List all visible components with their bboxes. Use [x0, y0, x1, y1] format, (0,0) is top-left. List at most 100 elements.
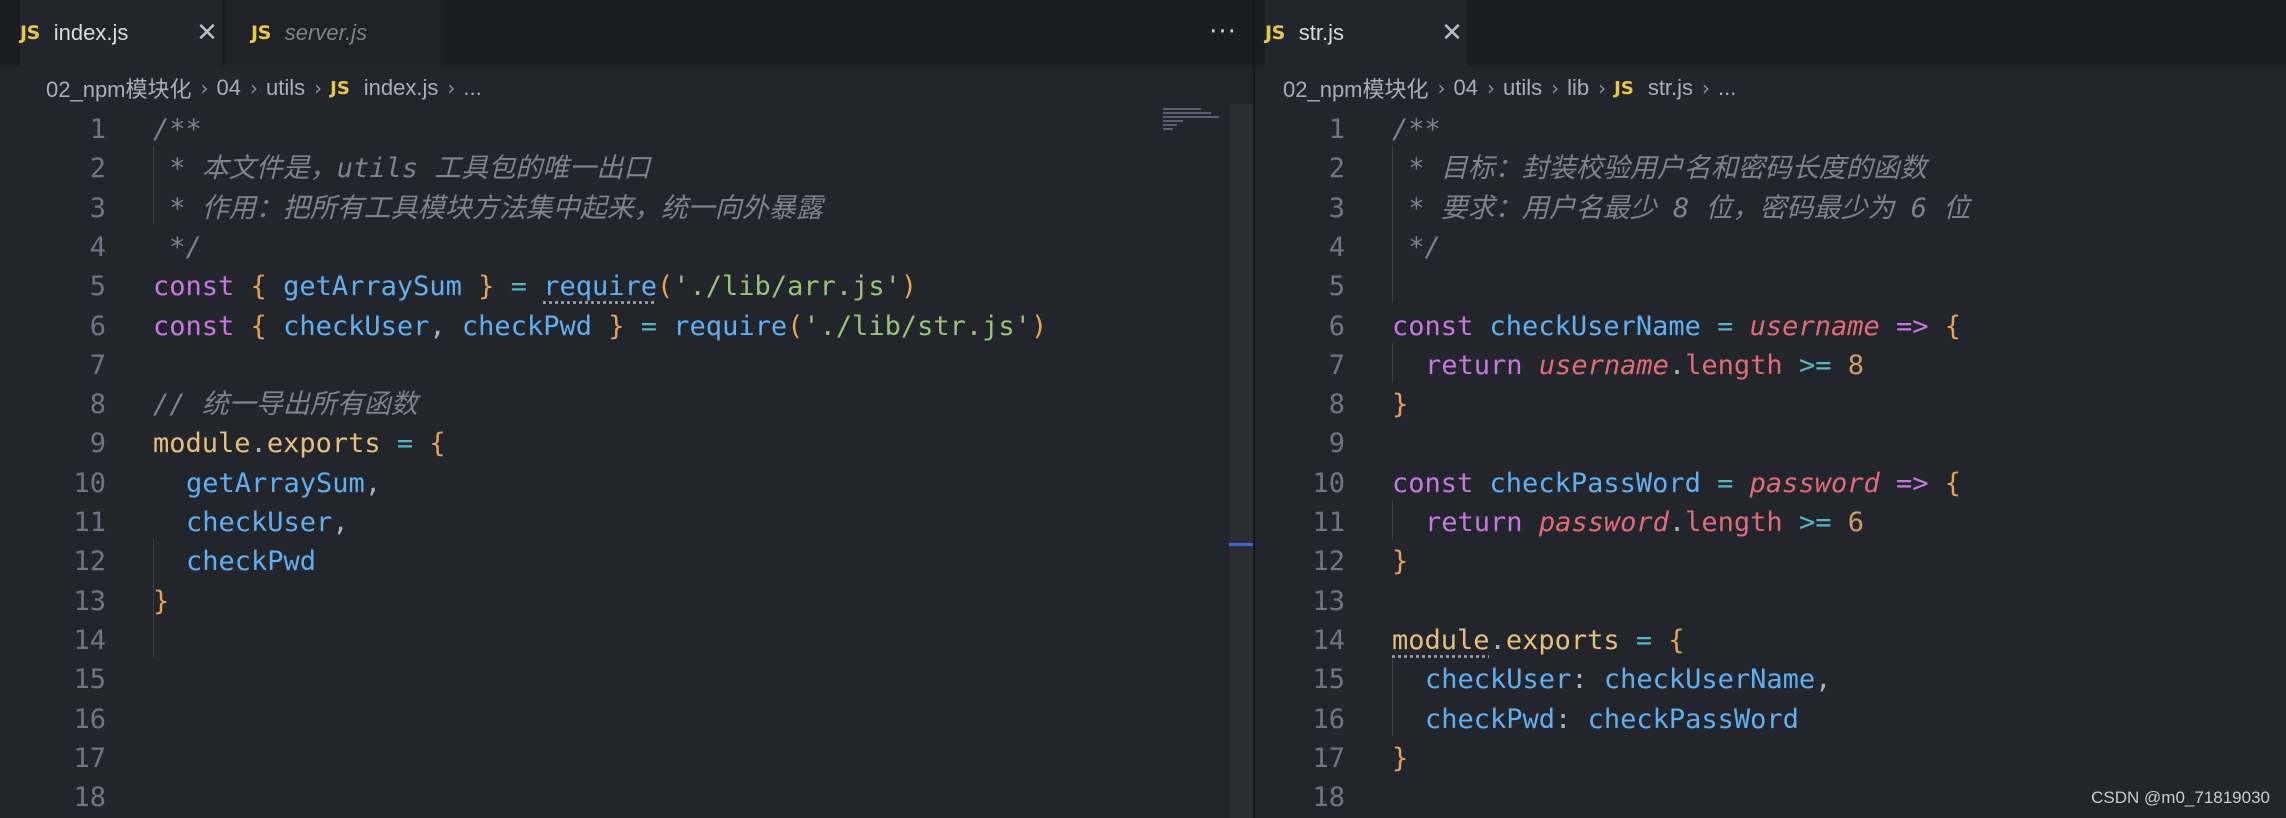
scrollbar[interactable]	[1229, 104, 1253, 818]
number-literal: 6	[1847, 507, 1864, 538]
breadcrumb-item[interactable]: utils	[266, 75, 305, 101]
chevron-right-icon: ›	[1702, 76, 1711, 100]
line-number: 2	[1328, 153, 1345, 185]
tab-str-js[interactable]: JS str.js ✕	[1265, 0, 1467, 66]
code-editor-left[interactable]: 1 /** 2 * 本文件是，utils 工具包的唯一出口 3 * 作用：把所有工…	[0, 110, 1253, 818]
comma: ,	[1815, 664, 1832, 696]
comma: ,	[364, 467, 382, 499]
tab-label: index.js	[53, 20, 129, 45]
code-line: getArraySum,	[186, 464, 381, 503]
keyword: return	[1425, 507, 1523, 538]
breadcrumb-item[interactable]: ...	[463, 75, 481, 101]
colon: :	[1571, 664, 1588, 696]
brace: {	[1668, 624, 1685, 656]
code-comment: */	[153, 231, 202, 263]
line-number: 13	[73, 585, 106, 617]
line-number: 8	[1328, 389, 1345, 421]
line-number: 7	[1328, 349, 1345, 381]
chevron-right-icon: ›	[314, 76, 323, 100]
dot: .	[1668, 349, 1686, 381]
line-number: 3	[1328, 192, 1345, 224]
line-number: 12	[1312, 546, 1345, 578]
chevron-right-icon: ›	[200, 76, 209, 100]
chevron-right-icon: ›	[1487, 76, 1495, 100]
line-number: 15	[73, 664, 106, 696]
editor-group-left: JS index.js ✕ JS server.js ··· 02_npm模块化…	[0, 0, 1253, 818]
keyword: return	[1425, 349, 1523, 381]
identifier: checkPwd	[186, 546, 317, 578]
close-icon[interactable]: ✕	[1437, 18, 1467, 48]
code-line: module.exports = {	[1392, 621, 1685, 660]
code-line: module.exports = {	[153, 424, 446, 463]
function-name: checkUserName	[1489, 310, 1701, 342]
breadcrumb-item[interactable]: utils	[1503, 75, 1542, 101]
tab-label: str.js	[1298, 20, 1344, 45]
code-line: const checkUserName = username => {	[1392, 307, 1961, 346]
string-literal: './lib/str.js'	[803, 310, 1031, 342]
arrow: =>	[1895, 310, 1929, 342]
brace: }	[153, 585, 170, 617]
line-number: 13	[1312, 585, 1345, 617]
breadcrumb-item[interactable]: str.js	[1648, 75, 1693, 101]
brace: }	[1392, 389, 1409, 421]
brace: }	[478, 271, 495, 303]
line-number: 17	[1312, 742, 1345, 774]
breadcrumb-item[interactable]: 02_npm模块化	[1283, 72, 1429, 104]
line-number: 14	[73, 624, 106, 656]
parameter: username	[1538, 349, 1669, 381]
more-actions-button[interactable]: ···	[1203, 14, 1243, 50]
close-icon[interactable]: ✕	[192, 18, 222, 48]
line-number: 14	[1312, 624, 1345, 656]
function-name: checkPassWord	[1489, 467, 1701, 499]
breadcrumb: 02_npm模块化 › 04 › utils › JS index.js › .…	[0, 66, 1253, 110]
js-file-icon: JS	[251, 22, 271, 44]
paren: (	[657, 271, 674, 303]
number-literal: 8	[1847, 349, 1864, 381]
tab-server-js[interactable]: JS server.js	[226, 0, 444, 66]
breadcrumb-item[interactable]: 02_npm模块化	[46, 72, 192, 104]
code-comment: * 作用：把所有工具模块方法集中起来，统一向外暴露	[153, 192, 823, 224]
identifier: getArraySum	[186, 467, 365, 499]
breadcrumb-item[interactable]: 04	[1454, 75, 1478, 101]
line-number: 12	[73, 546, 106, 578]
breadcrumb-item[interactable]: lib	[1567, 75, 1589, 101]
breadcrumb-item[interactable]: 04	[217, 75, 241, 101]
paren: )	[1030, 310, 1048, 342]
line-number: 1	[1328, 114, 1345, 145]
keyword: const	[1392, 467, 1474, 499]
operator: =	[640, 310, 658, 342]
code-line: checkUser: checkUserName,	[1425, 660, 1831, 699]
property: length	[1685, 349, 1783, 381]
chevron-right-icon: ›	[250, 76, 258, 100]
chevron-right-icon: ›	[1598, 76, 1607, 100]
line-number: 5	[89, 271, 106, 303]
line-number: 6	[1328, 310, 1345, 342]
line-number: 17	[73, 742, 106, 774]
string-literal: './lib/arr.js'	[673, 271, 901, 303]
code-editor-right[interactable]: 1 /** 2 * 目标：封装校验用户名和密码长度的函数 3 * 要求：用户名最少…	[1255, 110, 2286, 818]
identifier: checkUser	[186, 507, 333, 538]
code-comment: /**	[153, 114, 202, 145]
tab-index-js[interactable]: JS index.js ✕	[20, 0, 222, 66]
dot: .	[1489, 624, 1506, 656]
operator: =	[1717, 467, 1734, 499]
function-call: require	[673, 310, 788, 342]
breadcrumb-item[interactable]: ...	[1718, 75, 1736, 101]
line-number: 11	[73, 507, 106, 538]
editor-window: JS index.js ✕ JS server.js ··· 02_npm模块化…	[0, 0, 2286, 818]
brace: {	[250, 271, 267, 303]
line-number: 11	[1312, 507, 1345, 538]
scrollbar-position-marker	[1229, 543, 1253, 546]
identifier: checkPwd	[461, 310, 592, 342]
code-line: checkUser,	[186, 503, 349, 542]
object-key: checkPwd	[1425, 703, 1556, 735]
code-line: checkPwd: checkPassWord	[1425, 700, 1799, 739]
operator: >=	[1798, 507, 1832, 538]
line-number: 15	[1312, 664, 1345, 696]
keyword: const	[1392, 310, 1474, 342]
comma: ,	[332, 507, 349, 538]
line-number: 5	[1328, 271, 1345, 303]
breadcrumb-item[interactable]: index.js	[364, 75, 439, 101]
minimap[interactable]	[1163, 104, 1223, 144]
line-number: 16	[73, 703, 106, 735]
